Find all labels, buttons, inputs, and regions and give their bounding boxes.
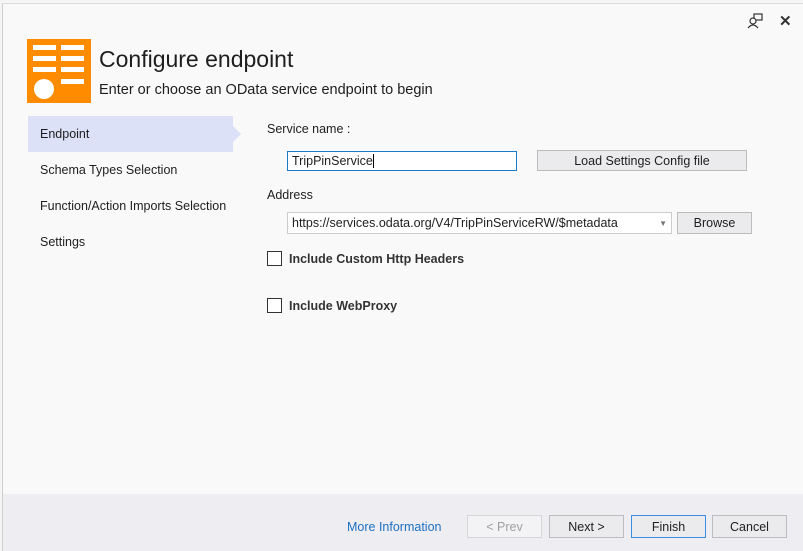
- include-webproxy-checkbox[interactable]: [267, 298, 282, 313]
- browse-button[interactable]: Browse: [677, 212, 752, 234]
- service-name-label: Service name :: [267, 122, 351, 136]
- odata-logo-icon: [27, 39, 91, 103]
- address-combobox[interactable]: https://services.odata.org/V4/TripPinSer…: [287, 212, 672, 234]
- include-webproxy-label: Include WebProxy: [289, 299, 398, 313]
- sidebar-item-settings[interactable]: Settings: [28, 224, 233, 260]
- more-information-link[interactable]: More Information: [347, 520, 441, 534]
- configure-endpoint-dialog: ✕ Configure endpoint Enter or choose an …: [2, 3, 803, 551]
- sidebar-item-function-imports[interactable]: Function/Action Imports Selection: [28, 188, 233, 224]
- sidebar-item-label: Endpoint: [40, 127, 90, 141]
- service-name-input[interactable]: TripPinService: [287, 151, 517, 171]
- include-custom-headers-checkbox[interactable]: [267, 251, 282, 266]
- chevron-down-icon[interactable]: ▼: [659, 219, 667, 228]
- service-name-value: TripPinService: [292, 154, 373, 168]
- page-subtitle: Enter or choose an OData service endpoin…: [99, 82, 433, 98]
- include-custom-headers-label: Include Custom Http Headers: [289, 252, 465, 266]
- load-settings-config-button[interactable]: Load Settings Config file: [537, 150, 747, 171]
- prev-button[interactable]: < Prev: [467, 515, 542, 538]
- sidebar-item-label: Function/Action Imports Selection: [40, 199, 227, 213]
- cancel-button[interactable]: Cancel: [712, 515, 787, 538]
- address-value: https://services.odata.org/V4/TripPinSer…: [292, 216, 618, 230]
- sidebar-item-label: Schema Types Selection: [40, 163, 178, 177]
- sidebar-item-endpoint[interactable]: Endpoint: [28, 116, 241, 152]
- finish-button[interactable]: Finish: [631, 515, 706, 538]
- sidebar-item-schema-types[interactable]: Schema Types Selection: [28, 152, 233, 188]
- sidebar-item-label: Settings: [40, 235, 86, 249]
- feedback-person-icon[interactable]: [747, 13, 763, 32]
- page-title: Configure endpoint: [99, 46, 294, 72]
- next-button[interactable]: Next >: [549, 515, 624, 538]
- footer: More Information < Prev Next > Finish Ca…: [3, 494, 803, 551]
- address-label: Address: [267, 188, 313, 202]
- close-icon[interactable]: ✕: [779, 12, 792, 30]
